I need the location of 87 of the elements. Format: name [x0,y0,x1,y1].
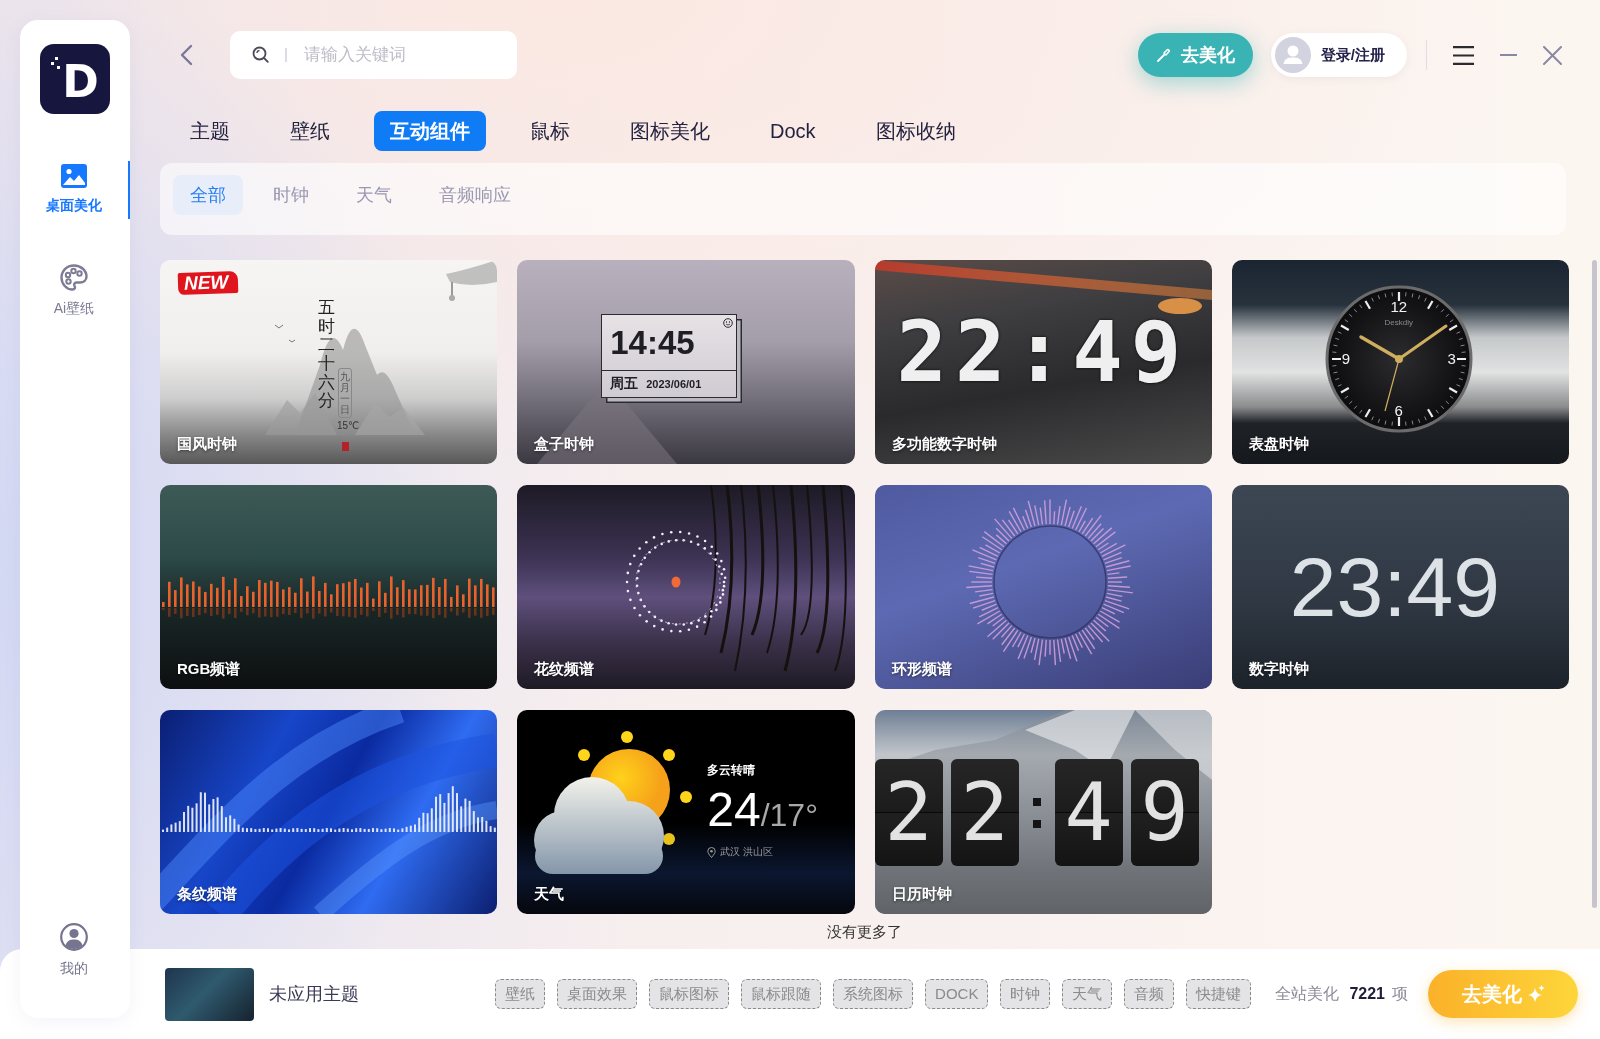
card-title: 环形频谱 [891,660,952,678]
temperature-low: /17° [760,799,818,831]
feature-tag: 桌面效果 [557,979,638,1009]
smiley-icon [723,318,734,328]
clock-time: 22:49 [896,310,1190,394]
flip-digit: 9 [1130,759,1199,866]
card-title: RGB频谱 [177,660,241,678]
logo-letter: D [62,60,99,104]
feature-tag: 音频 [1124,979,1175,1009]
clock-time: 14:45 [610,326,695,359]
widget-card[interactable]: 23:49 数字时钟 [1231,485,1569,689]
total-count: 7221 [1349,985,1385,1003]
total-unit: 项 [1392,983,1408,1004]
feature-tag: 时钟 [1000,979,1051,1009]
weekday-text: 周五 [610,375,639,393]
flip-digit: 2 [874,759,943,866]
card-title: 天气 [534,885,565,903]
clock-numeral: 9 [1341,351,1351,367]
feature-tag: DOCK [925,979,989,1009]
palette-icon [60,264,88,291]
location-pin-icon [707,846,717,858]
clock-brand-text: Deskdiy [1384,318,1413,327]
lantern-icon [671,576,682,588]
category-tab[interactable]: 互动组件 [374,111,486,151]
card-title: 盒子时钟 [534,435,595,453]
card-title: 表盘时钟 [1248,435,1309,453]
clock-time-text: 五时二十六分 [318,298,335,411]
widget-card[interactable]: 多云转晴 24/17° 武汉 洪山区 天气 [517,710,855,914]
user-circle-icon [60,923,88,951]
card-title: 日历时钟 [891,885,952,903]
seal-icon [342,442,349,451]
date-text: 2023/06/01 [646,378,702,390]
card-title: 多功能数字时钟 [891,435,997,453]
avatar-icon [1274,37,1311,73]
category-tab[interactable]: 图标收纳 [859,111,972,151]
weather-condition: 多云转晴 [707,763,757,777]
flip-digit: 4 [1054,759,1123,866]
clock-numeral: 12 [1390,299,1408,315]
widget-card[interactable]: 2 2 4 9 日历时钟 [874,710,1212,914]
feature-tag: 鼠标跟随 [741,979,822,1009]
category-tab[interactable]: 图标美化 [614,111,726,151]
widget-card[interactable]: 14:45 周五 2023/06/01 盒子时钟 [517,260,855,464]
temperature-text: 15℃ [337,420,360,431]
sidebar-nav-item[interactable]: 桌面美化 [20,161,130,219]
card-title: 数字时钟 [1248,660,1309,678]
widget-card[interactable]: 12 3 6 9 Deskdiy 表盘时钟 [1231,260,1569,464]
new-badge: NEW [177,270,239,296]
menu-icon[interactable] [1453,45,1474,65]
temperature-high: 24 [707,787,761,833]
clock-numeral: 3 [1447,351,1456,367]
scrollbar-thumb[interactable] [1592,260,1597,908]
brush-icon [1155,47,1172,63]
flip-digit: 2 [950,759,1019,866]
profile-nav-item[interactable]: 我的 [20,920,130,982]
feature-tag: 天气 [1062,979,1113,1009]
widget-card[interactable]: 22:49 多功能数字时钟 [874,260,1212,464]
category-tab[interactable]: Dock [754,111,832,151]
clock-time: 23:49 [1289,545,1500,629]
category-tab[interactable]: 壁纸 [274,111,346,151]
widget-card[interactable]: RGB频谱 [160,485,498,689]
card-title: 条纹频谱 [177,885,237,903]
search-field[interactable]: 请输入关键词 [230,31,517,79]
close-icon[interactable] [1543,45,1562,65]
feature-tag: 快捷键 [1186,979,1252,1009]
login-button[interactable]: 登录/注册 [1270,33,1407,77]
total-label: 全站美化 [1275,983,1340,1004]
theme-status-text: 未应用主题 [269,983,359,1006]
back-icon[interactable] [179,44,193,66]
feature-tag: 鼠标图标 [649,979,730,1009]
card-title: 国风时钟 [177,435,237,453]
sidebar-nav-item[interactable]: Ai壁纸 [20,261,130,322]
feature-tag: 系统图标 [833,979,914,1009]
feature-tag: 壁纸 [495,979,546,1009]
end-of-list-text: 没有更多了 [826,922,903,942]
widget-card[interactable]: 环形频谱 [874,485,1212,689]
location-text: 武汉 洪山区 [720,845,774,859]
widget-card[interactable]: 花纹频谱 [517,485,855,689]
roof-eave-drawing [446,260,497,302]
category-tab[interactable]: 鼠标 [514,111,586,151]
search-icon [252,46,269,63]
card-title: 花纹频谱 [534,660,595,678]
picture-icon [61,164,87,188]
clock-numeral: 6 [1394,403,1403,419]
widget-card[interactable]: 条纹频谱 [160,710,498,914]
colon-dots-icon [1032,797,1041,828]
pixel-squares-icon [51,57,62,69]
category-tab[interactable]: 主题 [174,111,246,151]
